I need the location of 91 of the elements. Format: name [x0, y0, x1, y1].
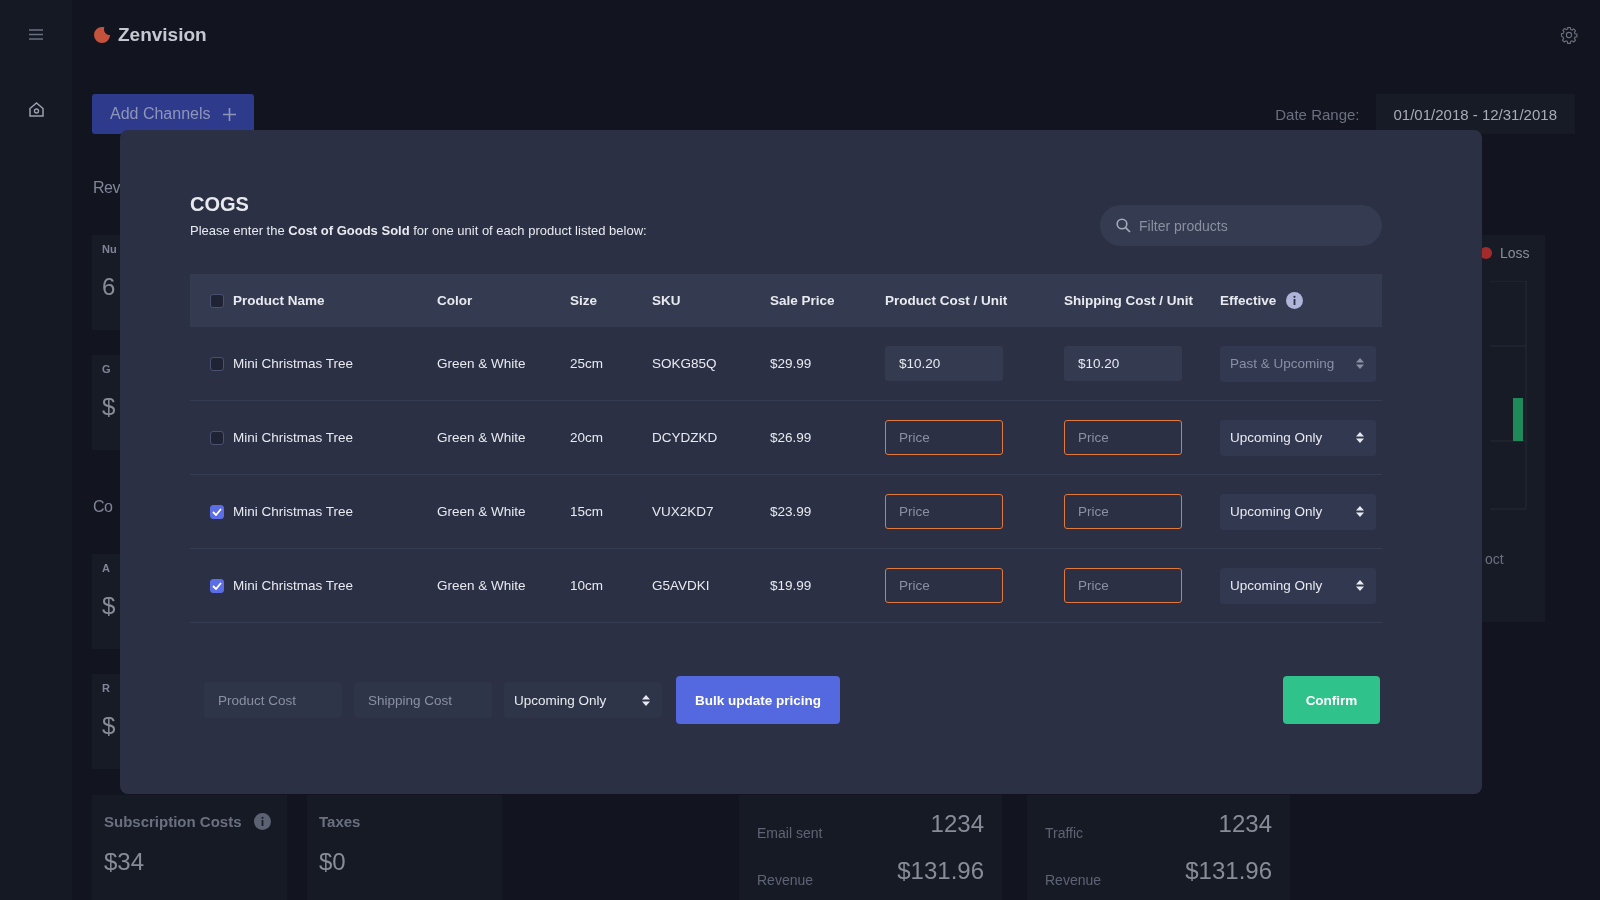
axis-label: oct [1485, 551, 1505, 567]
effective-select[interactable]: Upcoming Only [1220, 567, 1376, 604]
metric-label: Revenue [1045, 872, 1102, 888]
checkbox[interactable] [210, 430, 224, 445]
column-header: Effective [1220, 293, 1277, 308]
sort-icon [1356, 358, 1364, 369]
color-cell: Green & White [437, 504, 526, 519]
stat-value: $ [102, 712, 117, 740]
price-field[interactable]: Price [885, 494, 1003, 529]
stat-label: Nu [102, 243, 118, 255]
home-icon[interactable] [27, 101, 45, 118]
color-cell: Green & White [437, 430, 526, 445]
size-cell: 10cm [570, 578, 603, 593]
date-range-picker[interactable]: 01/01/2018 - 12/31/2018 [1375, 94, 1575, 134]
plus-icon [222, 107, 236, 121]
price-field[interactable]: Price [885, 568, 1003, 603]
product-cost-field[interactable]: Product Cost [204, 682, 342, 718]
card-title: Taxes [319, 813, 361, 830]
stat-label: R [102, 682, 111, 694]
info-icon[interactable] [1286, 292, 1304, 309]
effective-select[interactable]: Upcoming Only [504, 682, 662, 718]
stat-label: A [102, 562, 111, 574]
metric-value: $131.96 [1185, 856, 1272, 885]
column-header: Color [437, 293, 473, 308]
sku-cell: SOKG85Q [652, 356, 717, 371]
brand-name: Zenvision [118, 24, 207, 46]
logo-icon [92, 25, 112, 45]
sort-icon [1356, 580, 1364, 591]
sku-cell: VUX2KD7 [652, 504, 714, 519]
bulk-update-button[interactable]: Bulk update pricing [676, 676, 840, 724]
section-heading: Co [93, 498, 113, 515]
checkbox[interactable] [210, 504, 224, 519]
effective-select[interactable]: Upcoming Only [1220, 493, 1376, 530]
price-cell: $29.99 [770, 356, 812, 371]
metric-label: Email sent [757, 825, 823, 841]
checkbox[interactable] [210, 356, 224, 371]
price-cell: $23.99 [770, 504, 812, 519]
metric-label: Revenue [757, 872, 814, 888]
column-header: Product Name [233, 293, 325, 308]
metric-label: Traffic [1045, 825, 1084, 841]
price-cell: $19.99 [770, 578, 812, 593]
column-header: Sale Price [770, 293, 835, 308]
sort-icon [1356, 432, 1364, 443]
checkbox[interactable] [210, 578, 224, 593]
metric-value: $131.96 [897, 856, 984, 885]
price-cell: $26.99 [770, 430, 812, 445]
column-header: Shipping Cost / Unit [1064, 293, 1193, 308]
checkbox[interactable] [210, 293, 224, 308]
search-icon [1116, 218, 1131, 233]
size-cell: 15cm [570, 504, 603, 519]
column-header: SKU [652, 293, 681, 308]
sku-cell: DCYDZKD [652, 430, 718, 445]
settings-icon[interactable] [1560, 26, 1578, 44]
stat-value: 6 [102, 273, 117, 301]
price-field[interactable]: Price [1064, 420, 1182, 455]
column-header: Size [570, 293, 597, 308]
color-cell: Green & White [437, 578, 526, 593]
filter-field[interactable]: Filter products [1100, 205, 1382, 246]
product-name: Mini Christmas Tree [233, 430, 354, 445]
dialog-title: COGS [190, 193, 250, 216]
price-field[interactable]: Price [1064, 494, 1182, 529]
card-value: $0 [319, 848, 347, 876]
info-icon[interactable] [253, 813, 271, 830]
size-cell: 25cm [570, 356, 603, 371]
sku-cell: G5AVDKI [652, 578, 710, 593]
price-field[interactable]: $10.20 [1064, 346, 1182, 381]
product-name: Mini Christmas Tree [233, 578, 354, 593]
dialog-subtitle: Please enter the Cost of Goods Sold for one unit of each product listed below: [190, 223, 647, 238]
metric-value: 1234 [930, 809, 984, 838]
section-heading: Rev [93, 179, 120, 196]
product-name: Mini Christmas Tree [233, 504, 354, 519]
legend-label: Loss [1500, 245, 1530, 261]
product-name: Mini Christmas Tree [233, 356, 354, 371]
card-title: Subscription Costs [104, 813, 242, 830]
menu-icon[interactable] [29, 29, 43, 40]
sort-icon [642, 694, 650, 706]
metric-value: 1234 [1218, 809, 1272, 838]
size-cell: 20cm [570, 430, 603, 445]
stat-value: $ [102, 393, 117, 421]
stat-value: $ [102, 592, 117, 620]
price-field[interactable]: $10.20 [885, 346, 1003, 381]
column-header: Product Cost / Unit [885, 293, 1008, 308]
price-field[interactable]: Price [885, 420, 1003, 455]
color-cell: Green & White [437, 356, 526, 371]
sort-icon [1356, 506, 1364, 517]
price-field[interactable]: Price [1064, 568, 1182, 603]
shipping-cost-field[interactable]: Shipping Cost [354, 682, 492, 718]
date-range-label: Date Range: [1275, 105, 1360, 123]
effective-select[interactable]: Upcoming Only [1220, 419, 1376, 456]
stat-label: G [102, 363, 112, 375]
card-value: $34 [104, 848, 146, 876]
